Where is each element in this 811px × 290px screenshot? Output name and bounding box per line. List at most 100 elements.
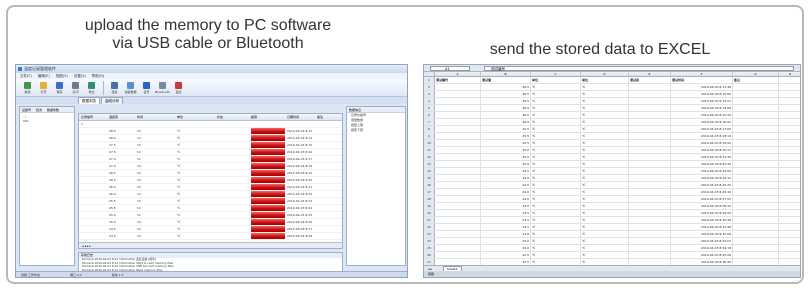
row-number[interactable]: 1 — [424, 77, 435, 83]
excel-cell[interactable] — [779, 84, 800, 90]
excel-cell[interactable] — [629, 105, 671, 111]
excel-cell[interactable]: ℃ — [531, 105, 581, 111]
excel-row[interactable]: 17 24.0 ℃ ℃ 2019-04-03 8:26:40 — [424, 189, 800, 196]
row-number[interactable]: 19 — [424, 203, 435, 209]
column-letter-C[interactable]: C — [531, 72, 581, 76]
table-row[interactable]: 24.5 1h ℃ 2019-04-03 8:28 — [79, 233, 342, 240]
excel-cell[interactable]: 24.0 — [481, 196, 531, 202]
excel-cell[interactable]: ℃ — [531, 84, 581, 90]
excel-cell[interactable]: 2019-04-03 8:25:33 — [671, 182, 733, 188]
excel-cell[interactable]: ℃ — [581, 161, 629, 167]
excel-cell[interactable]: 2019-04-03 8:22:45 — [671, 161, 733, 167]
excel-cell[interactable]: ℃ — [581, 238, 629, 244]
excel-cell[interactable]: ℃ — [531, 119, 581, 125]
table-row[interactable]: 1 — [79, 121, 342, 128]
table-row[interactable]: 24.5 1h ℃ 2019-04-03 8:27 — [79, 226, 342, 233]
excel-row[interactable]: 18 24.0 ℃ ℃ 2019-04-03 8:27:55 — [424, 196, 800, 203]
excel-cell[interactable]: ℃ — [531, 140, 581, 146]
toolbar-button-3[interactable]: 打印 — [68, 80, 83, 96]
excel-cell[interactable] — [629, 112, 671, 118]
excel-cell[interactable]: 备注 — [733, 77, 779, 83]
excel-cell[interactable] — [629, 252, 671, 258]
excel-cell[interactable] — [435, 238, 481, 244]
excel-cell[interactable] — [629, 175, 671, 181]
excel-cell[interactable]: 24.5 — [481, 168, 531, 174]
excel-cell[interactable]: 2019-04-03 8:26:40 — [671, 189, 733, 195]
excel-cell[interactable]: ℃ — [581, 91, 629, 97]
column-letter-E[interactable]: E — [629, 72, 671, 76]
excel-header-row[interactable]: 1 测试编号 测试值 单位 单位 测试者 测试时间 备注 — [424, 77, 800, 84]
excel-cell[interactable]: 26.0 — [481, 119, 531, 125]
excel-cell[interactable]: 2019-04-03 8:13:21 — [671, 98, 733, 104]
excel-cell[interactable]: ℃ — [581, 168, 629, 174]
toolbar-button-6[interactable]: 读取数据 — [123, 80, 138, 96]
excel-cell[interactable] — [733, 126, 779, 132]
excel-cell[interactable]: 2019-04-03 8:30:36 — [671, 217, 733, 223]
excel-row[interactable]: 12 25.0 ℃ ℃ 2019-04-03 8:21:30 — [424, 154, 800, 161]
excel-cell[interactable]: ℃ — [531, 203, 581, 209]
excel-row[interactable]: 5 26.0 ℃ ℃ 2019-04-03 8:14:08 — [424, 105, 800, 112]
excel-cell[interactable]: 23.5 — [481, 224, 531, 230]
grid-column-header[interactable]: 日期时间 — [285, 114, 315, 120]
excel-row[interactable]: 10 25.5 ℃ ℃ 2019-04-03 8:19:00 — [424, 140, 800, 147]
excel-cell[interactable]: 24.5 — [481, 182, 531, 188]
excel-cell[interactable]: 测试值 — [481, 77, 531, 83]
excel-cell[interactable] — [733, 224, 779, 230]
excel-cell[interactable]: 25.0 — [481, 147, 531, 153]
excel-cell[interactable]: 2019-04-03 8:29:25 — [671, 210, 733, 216]
excel-row[interactable]: 25 23.0 ℃ ℃ 2019-04-03 8:34:18 — [424, 245, 800, 252]
excel-cell[interactable] — [435, 119, 481, 125]
excel-cell[interactable] — [733, 217, 779, 223]
excel-cell[interactable] — [629, 126, 671, 132]
toolbar-button-4[interactable]: 导出 — [84, 80, 99, 96]
grid-pager[interactable]: ◂ ◂ ▸ ▸ — [79, 242, 342, 248]
excel-cell[interactable]: ℃ — [531, 168, 581, 174]
excel-cell[interactable] — [629, 133, 671, 139]
excel-cell[interactable] — [435, 161, 481, 167]
excel-cell[interactable] — [629, 189, 671, 195]
excel-cell[interactable]: 单位 — [531, 77, 581, 83]
menu-item-4[interactable]: 帮助(H) — [92, 74, 104, 78]
excel-cell[interactable]: ℃ — [531, 147, 581, 153]
excel-cell[interactable] — [733, 196, 779, 202]
menu-item-3[interactable]: 设置(S) — [74, 74, 86, 78]
excel-cell[interactable] — [733, 98, 779, 104]
excel-cell[interactable]: 24.5 — [481, 175, 531, 181]
excel-row[interactable]: 19 24.0 ℃ ℃ 2019-04-03 8:28:10 — [424, 203, 800, 210]
excel-cell[interactable]: ℃ — [581, 154, 629, 160]
excel-cell[interactable] — [733, 175, 779, 181]
excel-cell[interactable]: ℃ — [531, 182, 581, 188]
excel-cell[interactable] — [629, 182, 671, 188]
excel-cell[interactable]: ℃ — [581, 84, 629, 90]
excel-cell[interactable]: ℃ — [531, 245, 581, 251]
column-letter-H[interactable]: H — [779, 72, 800, 76]
excel-cell[interactable] — [435, 231, 481, 237]
excel-row[interactable]: 8 25.5 ℃ ℃ 2019-04-03 8:17:05 — [424, 126, 800, 133]
excel-cell[interactable]: 2019-04-03 8:21:30 — [671, 154, 733, 160]
toolbar-button-1[interactable]: 打开 — [36, 80, 51, 96]
row-number[interactable]: 5 — [424, 105, 435, 111]
menu-item-2[interactable]: 视图(V) — [56, 74, 68, 78]
excel-row[interactable]: 3 26.5 ℃ ℃ 2019-04-03 8:12:00 — [424, 91, 800, 98]
row-number[interactable]: 17 — [424, 189, 435, 195]
table-row[interactable]: 28.0 1h ℃ 2019-04-03 8:13 — [79, 128, 342, 135]
excel-cell[interactable] — [779, 231, 800, 237]
excel-cell[interactable]: 测试编号 — [435, 77, 481, 83]
excel-cell[interactable] — [733, 210, 779, 216]
excel-cell[interactable] — [779, 224, 800, 230]
excel-cell[interactable]: ℃ — [531, 133, 581, 139]
excel-cell[interactable] — [733, 154, 779, 160]
excel-cell[interactable]: ℃ — [531, 189, 581, 195]
row-number[interactable]: 14 — [424, 168, 435, 174]
column-letter-A[interactable]: A — [435, 72, 481, 76]
row-number[interactable]: 15 — [424, 175, 435, 181]
excel-cell[interactable]: 单位 — [581, 77, 629, 83]
excel-cell[interactable]: ℃ — [531, 210, 581, 216]
toolbar-button-7[interactable]: 蓝牙 — [139, 80, 154, 96]
excel-cell[interactable] — [779, 98, 800, 104]
excel-cell[interactable] — [629, 231, 671, 237]
excel-cell[interactable] — [733, 252, 779, 258]
excel-cell[interactable] — [779, 245, 800, 251]
row-number[interactable]: 3 — [424, 91, 435, 97]
row-number[interactable]: 20 — [424, 210, 435, 216]
